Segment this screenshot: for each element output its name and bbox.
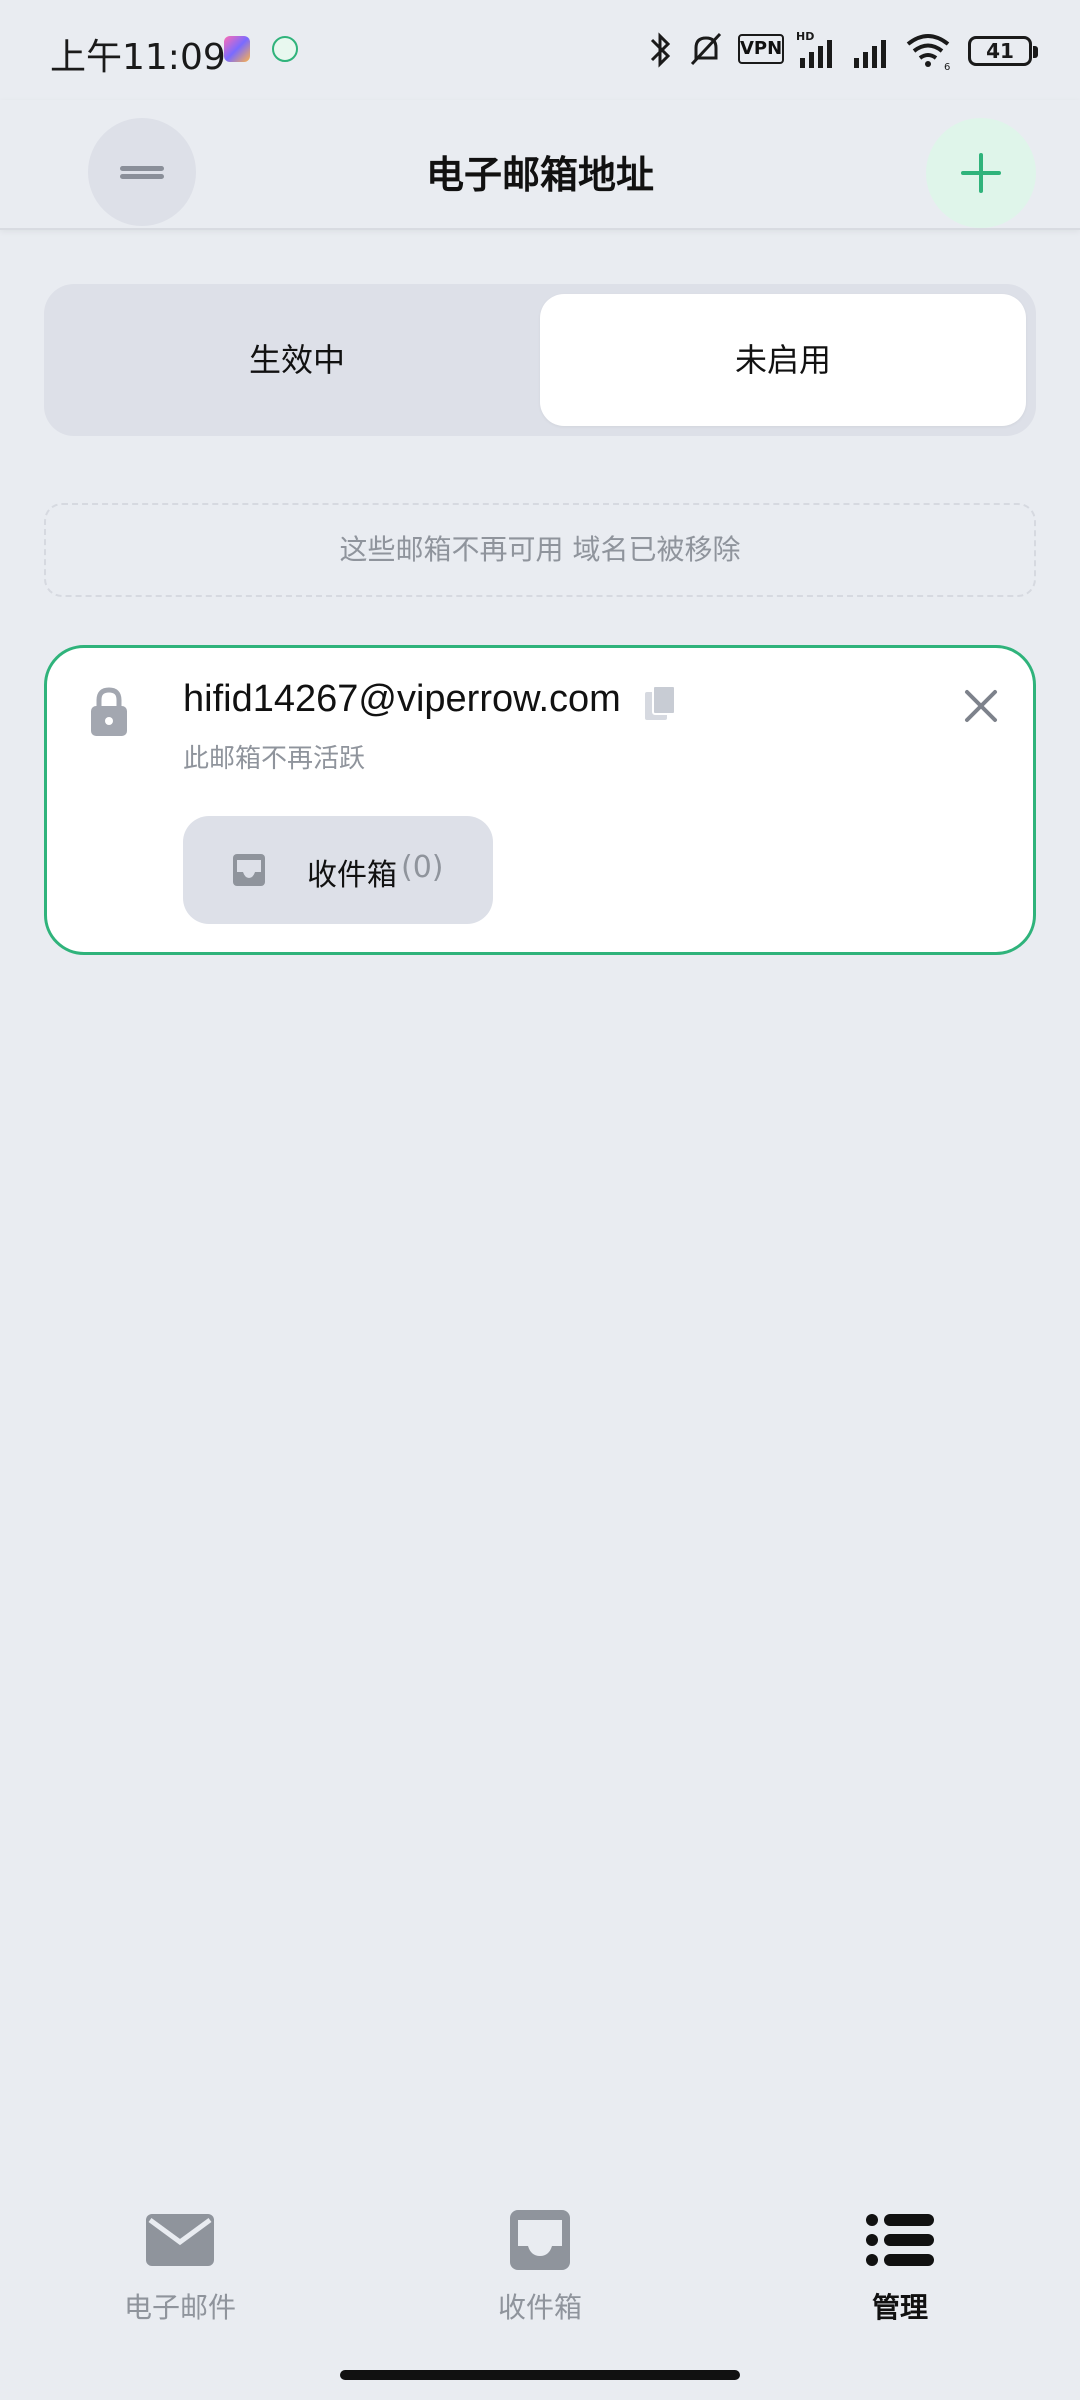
signal-icon <box>854 40 886 68</box>
top-app-bar: 电子邮箱地址 <box>0 100 1080 230</box>
nav-label-manage: 管理 <box>871 2291 928 2324</box>
inbox-icon <box>510 2210 570 2270</box>
inbox-icon <box>233 854 265 886</box>
svg-text:6: 6 <box>944 62 950 70</box>
inbox-count: (0) <box>401 850 444 885</box>
email-card: hifid14267@viperrow.com 此邮箱不再活跃 收件箱 (0) <box>44 645 1036 955</box>
nav-item-manage[interactable]: 管理 <box>800 2190 1000 2330</box>
inbox-button[interactable]: 收件箱 (0) <box>183 816 493 924</box>
bluetooth-icon <box>650 32 671 68</box>
page-title: 电子邮箱地址 <box>425 153 654 197</box>
domain-removed-notice: 这些邮箱不再可用 域名已被移除 <box>44 503 1036 597</box>
nav-item-inbox[interactable]: 收件箱 <box>440 2190 640 2330</box>
status-segmented-control: 生效中 未启用 <box>44 284 1036 436</box>
svg-text:HD: HD <box>796 30 814 43</box>
add-email-button[interactable] <box>926 118 1036 228</box>
mute-bell-icon <box>690 32 722 66</box>
battery-indicator: 41 <box>968 36 1038 66</box>
mail-icon <box>146 2214 214 2266</box>
page: 上午11:09 VPN HD 6 41 电子邮箱地址 生效中 未启用 这些邮箱不… <box>0 0 1080 2400</box>
app-notification-icon <box>224 36 250 62</box>
nav-label-email: 电子邮件 <box>123 2291 236 2324</box>
vpn-badge: VPN <box>738 34 784 64</box>
nav-item-email[interactable]: 电子邮件 <box>80 2190 280 2330</box>
plus-icon-vertical <box>979 153 983 193</box>
signal-hd-icon: HD <box>796 30 832 68</box>
copy-icon[interactable] <box>643 684 677 724</box>
robot-notification-icon <box>272 36 298 62</box>
tab-inactive-emails[interactable]: 未启用 <box>540 294 1026 426</box>
bottom-navigation: 电子邮件 收件箱 管理 <box>0 2190 1080 2340</box>
tab-active-emails[interactable]: 生效中 <box>54 294 540 426</box>
email-status-text: 此邮箱不再活跃 <box>183 744 366 774</box>
email-address: hifid14267@viperrow.com <box>183 678 621 720</box>
nav-label-inbox: 收件箱 <box>497 2291 582 2324</box>
home-indicator[interactable] <box>340 2370 740 2380</box>
wifi-icon: 6 <box>906 34 950 70</box>
status-bar: 上午11:09 VPN HD 6 41 <box>0 0 1080 100</box>
close-icon[interactable] <box>961 686 1001 726</box>
status-time: 上午11:09 <box>50 37 226 78</box>
lock-icon <box>91 687 127 736</box>
inbox-label: 收件箱 <box>307 858 397 893</box>
list-icon <box>866 2214 934 2266</box>
